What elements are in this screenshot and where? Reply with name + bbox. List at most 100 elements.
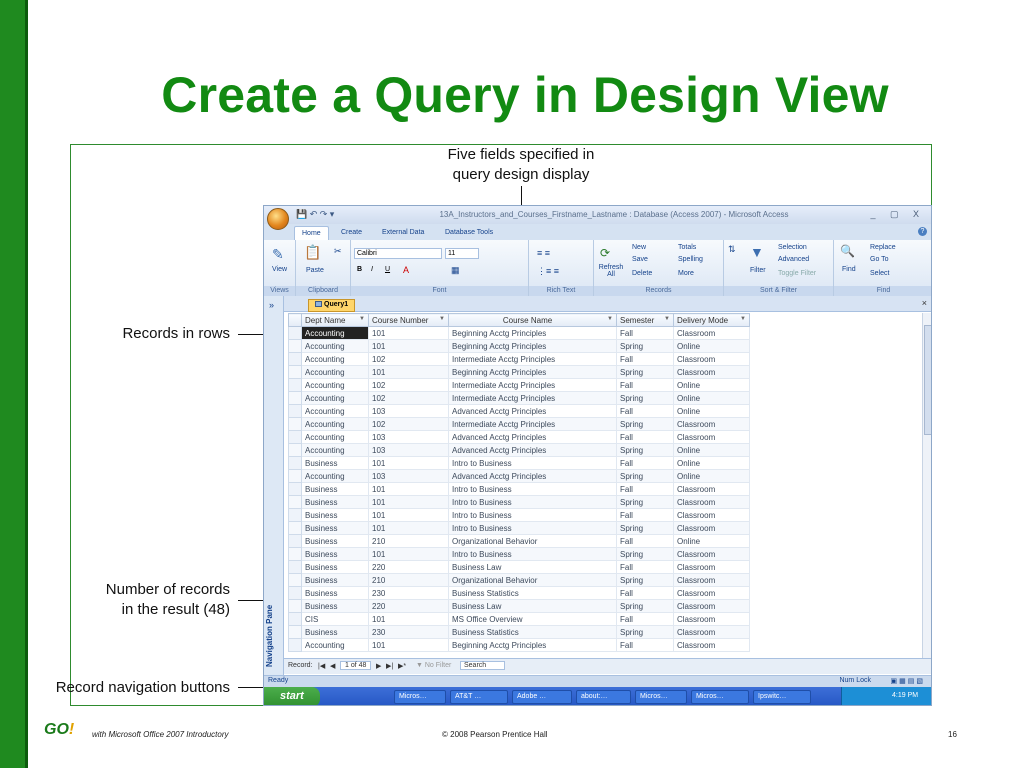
table-cell[interactable]: Classroom [673,560,750,574]
window-controls[interactable]: _ ▢ X [870,209,925,220]
taskbar-item[interactable]: about:… [576,690,631,704]
row-selector[interactable] [288,625,302,639]
table-row[interactable]: Accounting 103 Advanced Acctg Principles Sp… [288,443,750,457]
tab-home[interactable]: Home [294,226,329,240]
row-selector[interactable] [288,612,302,626]
table-cell[interactable]: Business [301,456,369,470]
table-cell[interactable]: 230 [368,625,449,639]
table-row[interactable]: Business 220 Business Law Spring Classroom [288,599,750,613]
table-row[interactable]: Accounting 103 Advanced Acctg Principles Fa… [288,430,750,444]
table-cell[interactable]: Intro to Business [448,482,617,496]
quick-access-toolbar[interactable]: 💾 ↶ ↷ ▾ [296,209,334,220]
no-filter-button[interactable]: ▼ No Filter [416,662,451,669]
table-cell[interactable]: Online [673,443,750,457]
table-row[interactable]: CIS 101 MS Office Overview Fall Classroom [288,612,750,626]
help-icon[interactable]: ? [918,227,927,236]
table-cell[interactable]: Intermediate Acctg Principles [448,391,617,405]
table-cell[interactable]: Business [301,534,369,548]
table-cell[interactable]: Online [673,391,750,405]
table-cell[interactable]: Fall [616,456,674,470]
table-row[interactable]: Accounting 102 Intermediate Acctg Principl… [288,352,750,366]
table-cell[interactable]: 101 [368,482,449,496]
close-icon[interactable]: × [922,298,927,308]
row-selector[interactable] [288,443,302,457]
table-cell[interactable]: Spring [616,573,674,587]
table-row[interactable]: Accounting 103 Advanced Acctg Principles Sp… [288,469,750,483]
table-row[interactable]: Business 101 Intro to Business Fall Classroo… [288,508,750,522]
scroll-thumb[interactable] [924,325,931,435]
current-record-field[interactable]: 1 of 48 [340,661,372,670]
table-cell[interactable]: 102 [368,352,449,366]
table-cell[interactable]: Classroom [673,612,750,626]
taskbar-item[interactable]: Adobe … [512,690,572,704]
table-cell[interactable]: 101 [368,339,449,353]
row-selector[interactable] [288,495,302,509]
table-cell[interactable]: Fall [616,638,674,652]
table-cell[interactable]: Advanced Acctg Principles [448,443,617,457]
table-cell[interactable]: Classroom [673,508,750,522]
more-button[interactable]: More [678,270,694,277]
table-cell[interactable]: Classroom [673,326,750,340]
table-row[interactable]: Accounting 102 Intermediate Acctg Principl… [288,391,750,405]
table-cell[interactable]: 103 [368,404,449,418]
table-cell[interactable]: Intro to Business [448,456,617,470]
table-cell[interactable]: 102 [368,378,449,392]
table-cell[interactable]: Beginning Acctg Principles [448,326,617,340]
table-cell[interactable]: Spring [616,625,674,639]
table-cell[interactable]: Online [673,469,750,483]
table-cell[interactable]: Fall [616,352,674,366]
dropdown-arrow-icon[interactable]: ▼ [359,316,365,322]
table-cell[interactable]: Online [673,534,750,548]
table-cell[interactable]: Spring [616,417,674,431]
align-icon[interactable]: ≡ ≡ [537,248,550,258]
table-cell[interactable]: Accounting [301,430,369,444]
table-cell[interactable]: 103 [368,469,449,483]
row-selector[interactable] [288,391,302,405]
table-cell[interactable]: Spring [616,443,674,457]
table-cell[interactable]: Business [301,495,369,509]
column-header[interactable]: Semester ▼ [616,313,674,327]
select-all-cell[interactable] [288,313,302,327]
table-cell[interactable]: Business Law [448,560,617,574]
row-selector[interactable] [288,508,302,522]
row-selector[interactable] [288,573,302,587]
table-cell[interactable]: Spring [616,547,674,561]
row-selector[interactable] [288,456,302,470]
filter-button[interactable]: Filter [750,267,766,274]
row-selector[interactable] [288,599,302,613]
table-cell[interactable]: Online [673,456,750,470]
expand-icon[interactable]: » [269,300,274,310]
table-row[interactable]: Business 210 Organizational Behavior Fall On… [288,534,750,548]
taskbar-item[interactable]: Micros… [394,690,446,704]
font-size-select[interactable]: 11 [445,248,479,259]
table-cell[interactable]: Advanced Acctg Principles [448,430,617,444]
table-cell[interactable]: Business Statistics [448,625,617,639]
table-cell[interactable]: 101 [368,547,449,561]
table-cell[interactable]: Classroom [673,547,750,561]
table-cell[interactable]: Intro to Business [448,521,617,535]
table-cell[interactable]: 220 [368,560,449,574]
table-cell[interactable]: 210 [368,534,449,548]
table-cell[interactable]: Advanced Acctg Principles [448,404,617,418]
row-selector[interactable] [288,339,302,353]
table-cell[interactable]: Classroom [673,586,750,600]
column-header[interactable]: Dept Name ▼ [301,313,369,327]
replace-button[interactable]: Replace [870,244,896,251]
table-cell[interactable]: 101 [368,612,449,626]
table-cell[interactable]: Classroom [673,365,750,379]
table-row[interactable]: Business 101 Intro to Business Spring Classr… [288,547,750,561]
cut-icon[interactable]: ✂ [334,246,342,257]
table-cell[interactable]: Online [673,404,750,418]
table-cell[interactable]: 102 [368,391,449,405]
table-cell[interactable]: MS Office Overview [448,612,617,626]
next-record-button[interactable]: ▶ [376,662,381,670]
row-selector[interactable] [288,430,302,444]
table-row[interactable]: Accounting 101 Beginning Acctg Principles S… [288,365,750,379]
table-cell[interactable]: Spring [616,599,674,613]
delete-record-button[interactable]: Delete [632,270,652,277]
row-selector[interactable] [288,638,302,652]
table-cell[interactable]: 101 [368,638,449,652]
table-cell[interactable]: Business [301,573,369,587]
table-cell[interactable]: Beginning Acctg Principles [448,339,617,353]
underline-button[interactable]: U [385,266,390,273]
